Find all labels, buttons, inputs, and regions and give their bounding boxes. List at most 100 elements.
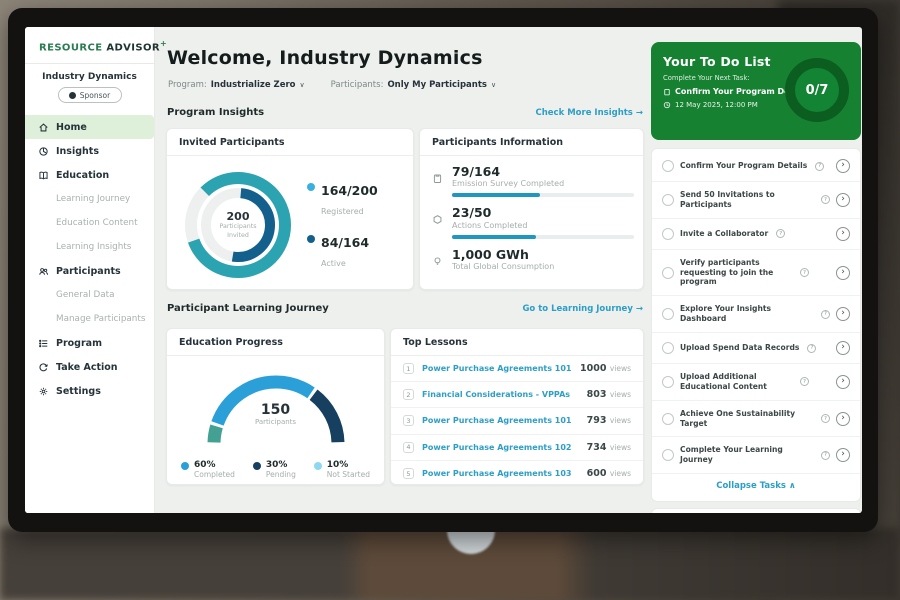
task-label: Confirm Your Program Details xyxy=(680,161,807,171)
task-chevron-button[interactable]: › xyxy=(836,193,850,207)
gauge-chart: 150 Participants 60%Completed 30 xyxy=(167,356,384,479)
photo-background: RESOURCE ADVISOR+ Industry Dynamics Spon… xyxy=(0,0,900,600)
participants-dropdown[interactable]: Participants:Only My Participants ∨ xyxy=(331,80,496,90)
progress-fill xyxy=(452,235,536,239)
invited-participants-card: Invited Participants 200 Partic xyxy=(166,128,414,290)
todo-task-list: Confirm Your Program Details ? › Send 50… xyxy=(651,148,861,502)
info-icon[interactable]: ? xyxy=(821,451,830,460)
task-row: Verify participants requesting to join t… xyxy=(652,250,860,297)
clock-icon xyxy=(663,101,671,109)
collapse-tasks-link[interactable]: Collapse Tasks ∧ xyxy=(652,474,860,499)
sidebar-item-participants[interactable]: Participants xyxy=(25,259,154,283)
lesson-link[interactable]: Power Purchase Agreements 103 xyxy=(422,469,579,478)
task-checkbox[interactable] xyxy=(662,228,674,240)
task-label: Complete Your Learning Journey xyxy=(680,445,813,465)
lesson-row: 3 Power Purchase Agreements 101 793 view… xyxy=(391,408,643,434)
stat-emission-survey: 79/164 Emission Survey Completed xyxy=(432,165,631,197)
task-checkbox[interactable] xyxy=(662,413,674,425)
sidebar-item-education-content[interactable]: Education Content xyxy=(25,211,154,235)
task-chevron-button[interactable]: › xyxy=(836,227,850,241)
program-label: Program: xyxy=(168,80,207,90)
sidebar-item-label: Participants xyxy=(56,266,121,277)
participants-label: Participants: xyxy=(331,80,384,90)
sidebar-item-insights[interactable]: Insights xyxy=(25,139,154,163)
sidebar-item-home[interactable]: Home xyxy=(25,115,154,139)
sidebar-item-learning-journey[interactable]: Learning Journey xyxy=(25,187,154,211)
info-icon[interactable]: ? xyxy=(776,229,785,238)
dashboard-screen: RESOURCE ADVISOR+ Industry Dynamics Spon… xyxy=(25,27,862,513)
task-checkbox[interactable] xyxy=(662,449,674,461)
info-icon[interactable]: ? xyxy=(800,377,809,386)
main-content: Welcome, Industry Dynamics Program:Indus… xyxy=(166,27,644,513)
logo-resource: RESOURCE xyxy=(39,42,102,53)
gauge-legend: 60%Completed 30%Pending 10%Not Started xyxy=(167,450,384,479)
lesson-link[interactable]: Power Purchase Agreements 101 xyxy=(422,364,572,373)
sidebar-item-settings[interactable]: Settings xyxy=(25,379,154,403)
sidebar-item-take-action[interactable]: Take Action xyxy=(25,355,154,379)
sponsor-icon xyxy=(69,92,76,99)
info-icon[interactable]: ? xyxy=(807,344,816,353)
legend-completed: 60%Completed xyxy=(181,460,235,479)
info-icon[interactable]: ? xyxy=(821,414,830,423)
lesson-link[interactable]: Power Purchase Agreements 102 xyxy=(422,443,579,452)
program-value: Industrialize Zero xyxy=(211,80,296,90)
sidebar-item-program[interactable]: Program xyxy=(25,331,154,355)
chevron-down-icon: ∨ xyxy=(491,81,496,89)
sidebar-item-label: Take Action xyxy=(56,362,118,373)
arrow-right-icon: → xyxy=(636,108,643,118)
take-action-icon xyxy=(38,362,49,373)
go-to-learning-journey-link[interactable]: Go to Learning Journey→ xyxy=(522,304,643,314)
info-icon[interactable]: ? xyxy=(821,195,830,204)
participants-icon xyxy=(38,266,49,277)
logo-advisor: ADVISOR xyxy=(106,42,160,53)
check-more-insights-link[interactable]: Check More Insights→ xyxy=(536,108,644,118)
lesson-rank: 5 xyxy=(403,468,414,479)
task-checkbox[interactable] xyxy=(662,194,674,206)
info-icon[interactable]: ? xyxy=(821,310,830,319)
progress-fill xyxy=(452,193,540,197)
task-chevron-button[interactable]: › xyxy=(836,448,850,462)
task-checkbox[interactable] xyxy=(662,308,674,320)
task-row: Confirm Your Program Details ? › xyxy=(652,151,860,182)
lesson-link[interactable]: Financial Considerations - VPPAs xyxy=(422,390,579,399)
program-dropdown[interactable]: Program:Industrialize Zero∨ xyxy=(168,80,305,90)
settings-icon xyxy=(38,386,49,397)
task-chevron-button[interactable]: › xyxy=(836,341,850,355)
legend-pending: 30%Pending xyxy=(253,460,296,479)
task-chevron-button[interactable]: › xyxy=(836,375,850,389)
task-checkbox[interactable] xyxy=(662,160,674,172)
legend-active: 84/164Active xyxy=(307,232,378,270)
gauge-center-label: 150 Participants xyxy=(201,402,351,426)
task-checkbox[interactable] xyxy=(662,342,674,354)
todo-summary-card: Your To Do List Complete Your Next Task:… xyxy=(651,42,861,140)
task-row: Achieve One Sustainability Target ? › xyxy=(652,401,860,438)
sidebar-item-label: Settings xyxy=(56,386,101,397)
task-chevron-button[interactable]: › xyxy=(836,159,850,173)
lesson-row: 1 Power Purchase Agreements 101 1000 vie… xyxy=(391,356,643,382)
filter-bar: Program: Industrialize Zero ∨ Participants… xyxy=(168,80,496,90)
sponsor-badge: Sponsor xyxy=(58,87,122,103)
sidebar-item-learning-insights[interactable]: Learning Insights xyxy=(25,235,154,259)
task-checkbox[interactable] xyxy=(662,376,674,388)
info-icon[interactable]: ? xyxy=(800,268,809,277)
sidebar-nav: Home Insights Education Learning Journey… xyxy=(25,115,154,403)
lesson-link[interactable]: Power Purchase Agreements 101 xyxy=(422,416,579,425)
bulb-icon xyxy=(432,256,443,267)
org-name: Industry Dynamics xyxy=(25,72,154,82)
section-title: Program Insights xyxy=(167,107,264,118)
sidebar-item-manage-participants[interactable]: Manage Participants xyxy=(25,307,154,331)
participants-value: Only My Participants xyxy=(387,80,487,90)
task-chevron-button[interactable]: › xyxy=(836,307,850,321)
task-chevron-button[interactable]: › xyxy=(836,412,850,426)
sidebar-item-education[interactable]: Education xyxy=(25,163,154,187)
task-label: Achieve One Sustainability Target xyxy=(680,409,813,429)
task-chevron-button[interactable]: › xyxy=(836,266,850,280)
task-checkbox[interactable] xyxy=(662,267,674,279)
home-icon xyxy=(38,122,49,133)
sidebar-item-general-data[interactable]: General Data xyxy=(25,283,154,307)
task-row: Upload Additional Educational Content ? … xyxy=(652,364,860,401)
pending-dot-icon xyxy=(253,462,261,470)
info-icon[interactable]: ? xyxy=(815,162,824,171)
lesson-row: 5 Power Purchase Agreements 103 600 view… xyxy=(391,461,643,485)
clipboard-icon xyxy=(663,88,671,96)
